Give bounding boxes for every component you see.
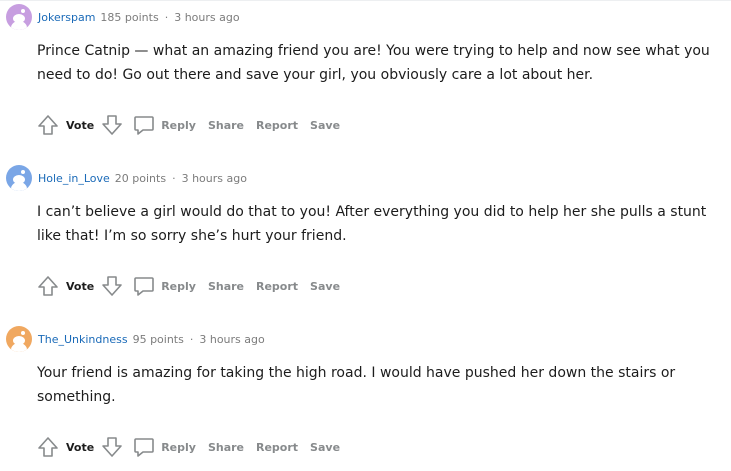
report-button[interactable]: Report bbox=[256, 280, 298, 293]
comment-text: Your friend is amazing for taking the hi… bbox=[37, 365, 676, 405]
snoo-antenna-icon bbox=[21, 331, 25, 335]
username-link[interactable]: Hole_in_Love bbox=[38, 172, 110, 185]
avatar[interactable] bbox=[6, 165, 32, 191]
upvote-arrow-icon[interactable] bbox=[36, 435, 60, 459]
save-button[interactable]: Save bbox=[310, 119, 340, 132]
points-count: 95 points bbox=[132, 332, 184, 346]
save-button[interactable]: Save bbox=[310, 441, 340, 454]
comment-actions: Vote Reply Share Report Save bbox=[36, 111, 345, 139]
snoo-body-icon bbox=[11, 343, 27, 352]
username-link[interactable]: The_Unkindness bbox=[38, 333, 128, 346]
reply-button[interactable]: Reply bbox=[161, 441, 196, 454]
comment-actions: Vote Reply Share Report Save bbox=[36, 272, 345, 300]
comment-text: Prince Catnip — what an amazing friend y… bbox=[37, 43, 710, 83]
snoo-antenna-icon bbox=[21, 9, 25, 13]
snoo-body-icon bbox=[11, 182, 27, 191]
report-button[interactable]: Report bbox=[256, 119, 298, 132]
downvote-arrow-icon[interactable] bbox=[100, 274, 124, 298]
timestamp[interactable]: 3 hours ago bbox=[182, 172, 247, 185]
downvote-arrow-icon[interactable] bbox=[100, 435, 124, 459]
avatar[interactable] bbox=[6, 4, 32, 30]
avatar[interactable] bbox=[6, 326, 32, 352]
comment-actions: Vote Reply Share Report Save bbox=[36, 433, 345, 461]
meta-separator: · bbox=[172, 171, 176, 185]
timestamp[interactable]: 3 hours ago bbox=[174, 11, 239, 24]
upvote-arrow-icon[interactable] bbox=[36, 113, 60, 137]
vote-label: Vote bbox=[66, 118, 95, 132]
share-button[interactable]: Share bbox=[208, 119, 244, 132]
meta-separator: · bbox=[189, 332, 194, 346]
report-button[interactable]: Report bbox=[256, 441, 298, 454]
reply-button[interactable]: Reply bbox=[161, 119, 196, 132]
share-button[interactable]: Share bbox=[208, 441, 244, 454]
share-button[interactable]: Share bbox=[208, 280, 244, 293]
comment-meta: The_Unkindness 95 points · 3 hours ago bbox=[6, 325, 265, 353]
comment-meta: Jokerspam 185 points · 3 hours ago bbox=[6, 3, 240, 31]
snoo-antenna-icon bbox=[21, 170, 25, 174]
timestamp[interactable]: 3 hours ago bbox=[199, 333, 264, 346]
comment-meta: Hole_in_Love 20 points · 3 hours ago bbox=[6, 164, 247, 192]
speech-bubble-icon[interactable] bbox=[132, 274, 156, 298]
points-count: 185 points bbox=[100, 10, 159, 24]
meta-separator: · bbox=[164, 10, 169, 24]
upvote-arrow-icon[interactable] bbox=[36, 274, 60, 298]
points-count: 20 points bbox=[114, 171, 167, 185]
vote-label: Vote bbox=[66, 440, 95, 454]
comment-thread: Jokerspam 185 points · 3 hours ago Princ… bbox=[0, 0, 731, 471]
speech-bubble-icon[interactable] bbox=[132, 435, 156, 459]
save-button[interactable]: Save bbox=[310, 280, 340, 293]
username-link[interactable]: Jokerspam bbox=[38, 11, 95, 24]
reply-button[interactable]: Reply bbox=[161, 280, 196, 293]
snoo-body-icon bbox=[11, 21, 27, 30]
comment-text: I can’t believe a girl would do that to … bbox=[37, 204, 707, 244]
speech-bubble-icon[interactable] bbox=[132, 113, 156, 137]
downvote-arrow-icon[interactable] bbox=[100, 113, 124, 137]
vote-label: Vote bbox=[66, 279, 95, 293]
